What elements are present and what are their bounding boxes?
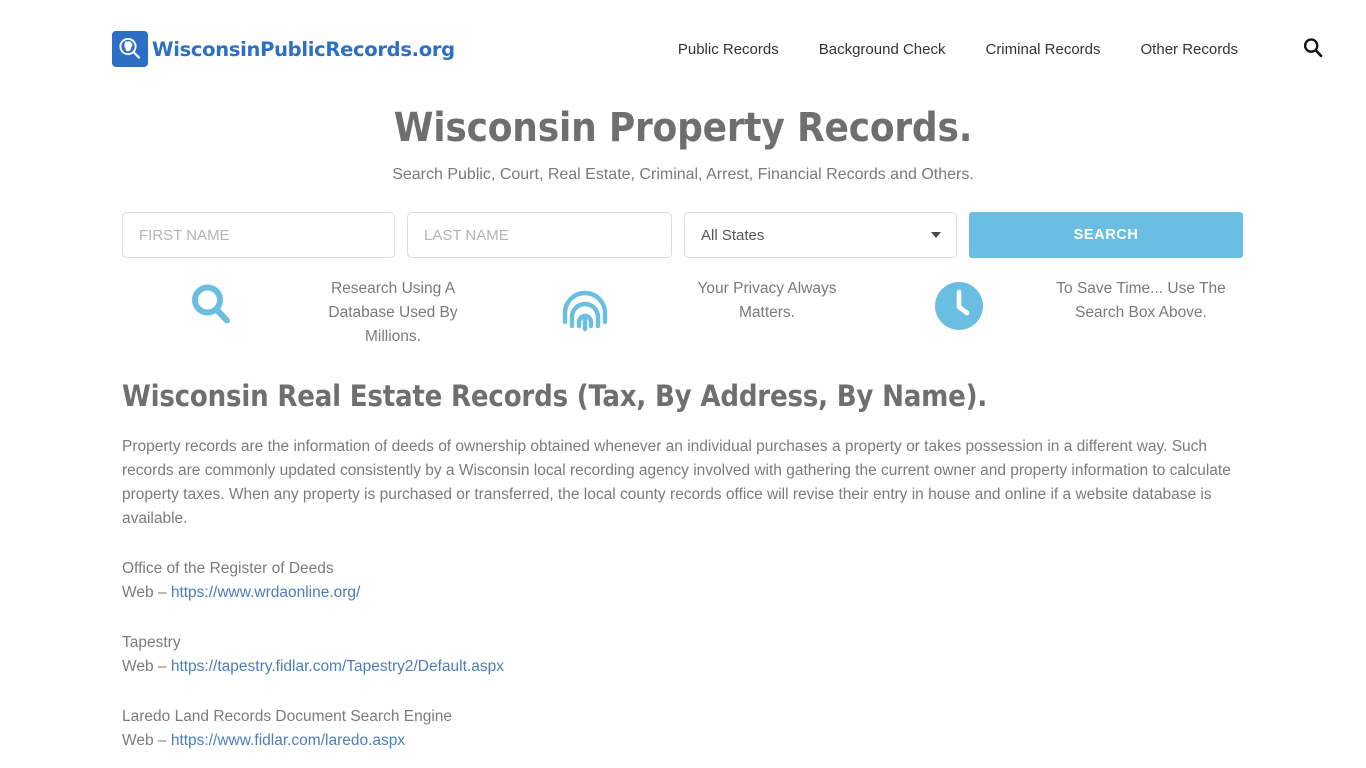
resource-line: Web – https://www.wrdaonline.org/ xyxy=(122,581,1244,605)
resource-link[interactable]: https://tapestry.fidlar.com/Tapestry2/De… xyxy=(171,658,504,675)
nav-item-background-check[interactable]: Background Check xyxy=(799,41,966,58)
clock-icon xyxy=(870,277,1048,331)
feature-label: Your Privacy Always Matters. xyxy=(697,280,837,321)
feature-item: Your Privacy Always Matters. xyxy=(496,277,870,349)
people-search-form: All States SEARCH xyxy=(122,212,1244,258)
resource-name: Office of the Register of Deeds xyxy=(122,560,334,577)
nav-item-public-records[interactable]: Public Records xyxy=(658,41,799,58)
article-paragraph: Property records are the information of … xyxy=(122,438,1231,527)
article-title: Wisconsin Real Estate Records (Tax, By A… xyxy=(122,379,988,413)
hero-section: Wisconsin Property Records. Search Publi… xyxy=(0,98,1366,184)
feature-item: To Save Time... Use The Search Box Above… xyxy=(870,277,1244,349)
resource-item: Laredo Land Records Document Search Engi… xyxy=(122,705,1244,753)
resource-link[interactable]: https://www.wrdaonline.org/ xyxy=(171,584,361,601)
main-navigation: Public Records Background Check Criminal… xyxy=(658,36,1326,62)
nav-item-criminal-records[interactable]: Criminal Records xyxy=(965,41,1120,58)
first-name-input[interactable] xyxy=(122,212,395,258)
search-icon xyxy=(122,277,300,329)
feature-label: Research Using A Database Used By Millio… xyxy=(328,280,458,345)
resource-item: Office of the Register of Deeds Web – ht… xyxy=(122,557,1244,605)
state-select-wrapper: All States xyxy=(684,212,957,258)
last-name-input[interactable] xyxy=(407,212,672,258)
resource-name: Laredo Land Records Document Search Engi… xyxy=(122,708,453,725)
state-select[interactable]: All States xyxy=(684,212,957,258)
resource-web-label: Web – xyxy=(122,584,171,601)
header-search-button[interactable] xyxy=(1300,36,1326,62)
nav-item-other-records[interactable]: Other Records xyxy=(1121,41,1259,58)
site-header: WisconsinPublicRecords.org Public Record… xyxy=(0,0,1366,98)
feature-list: Research Using A Database Used By Millio… xyxy=(122,277,1244,349)
page-title: Wisconsin Property Records. xyxy=(393,105,973,151)
resource-web-label: Web – xyxy=(122,658,171,675)
resource-web-label: Web – xyxy=(122,732,171,749)
page-subtitle: Search Public, Court, Real Estate, Crimi… xyxy=(392,166,974,183)
feature-item: Research Using A Database Used By Millio… xyxy=(122,277,496,349)
site-logo-link[interactable]: WisconsinPublicRecords.org xyxy=(112,31,455,67)
feature-label: To Save Time... Use The Search Box Above… xyxy=(1056,280,1226,321)
fingerprint-icon xyxy=(496,277,674,333)
resource-line: Web – https://tapestry.fidlar.com/Tapest… xyxy=(122,655,1244,679)
magnifier-wisconsin-icon xyxy=(112,31,148,67)
resource-line: Web – https://www.fidlar.com/laredo.aspx xyxy=(122,729,1244,753)
resource-link[interactable]: https://www.fidlar.com/laredo.aspx xyxy=(171,732,405,749)
search-button[interactable]: SEARCH xyxy=(969,212,1243,258)
article-section: Wisconsin Real Estate Records (Tax, By A… xyxy=(122,379,1244,753)
brand-name: WisconsinPublicRecords.org xyxy=(152,37,455,61)
resource-name: Tapestry xyxy=(122,634,181,651)
state-select-value: All States xyxy=(701,226,765,244)
resource-item: Tapestry Web – https://tapestry.fidlar.c… xyxy=(122,631,1244,679)
search-icon xyxy=(1301,36,1325,63)
